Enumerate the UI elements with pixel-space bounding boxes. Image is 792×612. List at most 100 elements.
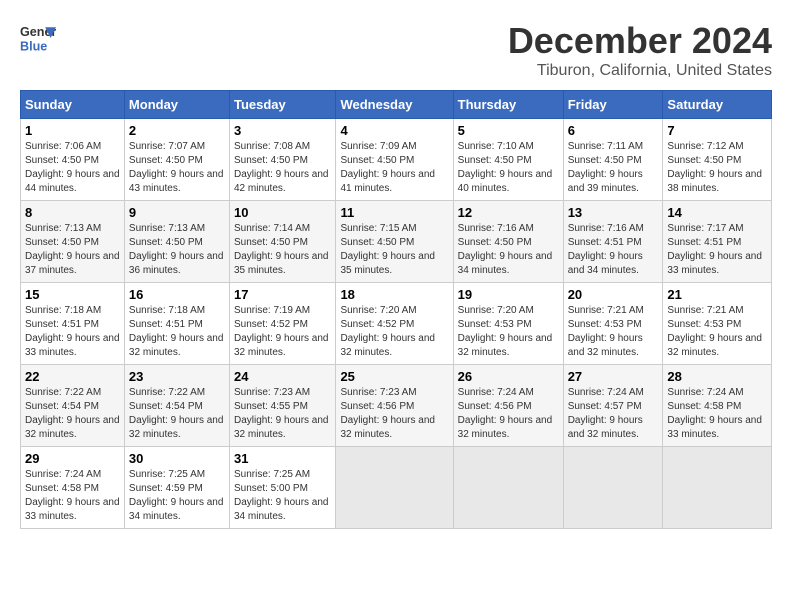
calendar-subtitle: Tiburon, California, United States [508,62,772,80]
col-header-sunday: Sunday [21,91,125,119]
calendar-cell: 15 Sunrise: 7:18 AM Sunset: 4:51 PM Dayl… [21,283,125,365]
day-number: 4 [340,123,448,138]
day-number: 27 [568,369,659,384]
day-info: Sunrise: 7:24 AM Sunset: 4:58 PM Dayligh… [25,468,120,524]
day-info: Sunrise: 7:23 AM Sunset: 4:55 PM Dayligh… [234,386,331,442]
title-area: December 2024 Tiburon, California, Unite… [508,20,772,80]
calendar-cell: 12 Sunrise: 7:16 AM Sunset: 4:50 PM Dayl… [453,201,563,283]
calendar-cell: 2 Sunrise: 7:07 AM Sunset: 4:50 PM Dayli… [124,119,229,201]
week-row-2: 8 Sunrise: 7:13 AM Sunset: 4:50 PM Dayli… [21,201,772,283]
day-number: 30 [129,451,225,466]
day-info: Sunrise: 7:23 AM Sunset: 4:56 PM Dayligh… [340,386,448,442]
calendar-cell: 3 Sunrise: 7:08 AM Sunset: 4:50 PM Dayli… [229,119,335,201]
calendar-cell: 26 Sunrise: 7:24 AM Sunset: 4:56 PM Dayl… [453,365,563,447]
calendar-cell: 5 Sunrise: 7:10 AM Sunset: 4:50 PM Dayli… [453,119,563,201]
day-number: 17 [234,287,331,302]
day-number: 31 [234,451,331,466]
day-info: Sunrise: 7:16 AM Sunset: 4:51 PM Dayligh… [568,222,659,278]
day-number: 16 [129,287,225,302]
col-header-tuesday: Tuesday [229,91,335,119]
calendar-cell: 8 Sunrise: 7:13 AM Sunset: 4:50 PM Dayli… [21,201,125,283]
calendar-cell: 24 Sunrise: 7:23 AM Sunset: 4:55 PM Dayl… [229,365,335,447]
day-number: 15 [25,287,120,302]
day-info: Sunrise: 7:20 AM Sunset: 4:52 PM Dayligh… [340,304,448,360]
day-info: Sunrise: 7:06 AM Sunset: 4:50 PM Dayligh… [25,140,120,196]
day-info: Sunrise: 7:21 AM Sunset: 4:53 PM Dayligh… [568,304,659,360]
day-info: Sunrise: 7:16 AM Sunset: 4:50 PM Dayligh… [458,222,559,278]
col-header-monday: Monday [124,91,229,119]
day-info: Sunrise: 7:08 AM Sunset: 4:50 PM Dayligh… [234,140,331,196]
calendar-cell: 28 Sunrise: 7:24 AM Sunset: 4:58 PM Dayl… [663,365,772,447]
day-info: Sunrise: 7:13 AM Sunset: 4:50 PM Dayligh… [25,222,120,278]
header: General Blue December 2024 Tiburon, Cali… [20,20,772,80]
calendar-cell: 29 Sunrise: 7:24 AM Sunset: 4:58 PM Dayl… [21,447,125,529]
calendar-cell: 31 Sunrise: 7:25 AM Sunset: 5:00 PM Dayl… [229,447,335,529]
day-info: Sunrise: 7:25 AM Sunset: 5:00 PM Dayligh… [234,468,331,524]
week-row-4: 22 Sunrise: 7:22 AM Sunset: 4:54 PM Dayl… [21,365,772,447]
col-header-saturday: Saturday [663,91,772,119]
day-number: 22 [25,369,120,384]
day-info: Sunrise: 7:10 AM Sunset: 4:50 PM Dayligh… [458,140,559,196]
day-info: Sunrise: 7:18 AM Sunset: 4:51 PM Dayligh… [129,304,225,360]
day-number: 7 [667,123,767,138]
calendar-cell: 19 Sunrise: 7:20 AM Sunset: 4:53 PM Dayl… [453,283,563,365]
calendar-table: SundayMondayTuesdayWednesdayThursdayFrid… [20,90,772,529]
general-blue-logo-icon: General Blue [20,20,56,56]
calendar-cell: 17 Sunrise: 7:19 AM Sunset: 4:52 PM Dayl… [229,283,335,365]
col-header-friday: Friday [563,91,663,119]
calendar-cell: 10 Sunrise: 7:14 AM Sunset: 4:50 PM Dayl… [229,201,335,283]
calendar-cell: 18 Sunrise: 7:20 AM Sunset: 4:52 PM Dayl… [336,283,453,365]
col-header-thursday: Thursday [453,91,563,119]
week-row-1: 1 Sunrise: 7:06 AM Sunset: 4:50 PM Dayli… [21,119,772,201]
day-info: Sunrise: 7:19 AM Sunset: 4:52 PM Dayligh… [234,304,331,360]
calendar-cell: 16 Sunrise: 7:18 AM Sunset: 4:51 PM Dayl… [124,283,229,365]
day-info: Sunrise: 7:13 AM Sunset: 4:50 PM Dayligh… [129,222,225,278]
day-number: 21 [667,287,767,302]
svg-text:Blue: Blue [20,40,47,54]
calendar-cell: 13 Sunrise: 7:16 AM Sunset: 4:51 PM Dayl… [563,201,663,283]
calendar-cell: 7 Sunrise: 7:12 AM Sunset: 4:50 PM Dayli… [663,119,772,201]
calendar-cell: 21 Sunrise: 7:21 AM Sunset: 4:53 PM Dayl… [663,283,772,365]
day-info: Sunrise: 7:18 AM Sunset: 4:51 PM Dayligh… [25,304,120,360]
day-info: Sunrise: 7:12 AM Sunset: 4:50 PM Dayligh… [667,140,767,196]
calendar-cell: 27 Sunrise: 7:24 AM Sunset: 4:57 PM Dayl… [563,365,663,447]
calendar-cell: 22 Sunrise: 7:22 AM Sunset: 4:54 PM Dayl… [21,365,125,447]
calendar-cell: 14 Sunrise: 7:17 AM Sunset: 4:51 PM Dayl… [663,201,772,283]
day-number: 9 [129,205,225,220]
week-row-5: 29 Sunrise: 7:24 AM Sunset: 4:58 PM Dayl… [21,447,772,529]
day-number: 10 [234,205,331,220]
day-number: 8 [25,205,120,220]
calendar-cell [663,447,772,529]
day-number: 24 [234,369,331,384]
day-number: 18 [340,287,448,302]
calendar-cell: 1 Sunrise: 7:06 AM Sunset: 4:50 PM Dayli… [21,119,125,201]
day-number: 1 [25,123,120,138]
day-number: 2 [129,123,225,138]
day-info: Sunrise: 7:22 AM Sunset: 4:54 PM Dayligh… [129,386,225,442]
calendar-cell [453,447,563,529]
day-number: 5 [458,123,559,138]
day-info: Sunrise: 7:07 AM Sunset: 4:50 PM Dayligh… [129,140,225,196]
day-number: 6 [568,123,659,138]
logo: General Blue [20,20,56,56]
day-info: Sunrise: 7:22 AM Sunset: 4:54 PM Dayligh… [25,386,120,442]
calendar-title: December 2024 [508,20,772,62]
day-info: Sunrise: 7:15 AM Sunset: 4:50 PM Dayligh… [340,222,448,278]
calendar-cell: 6 Sunrise: 7:11 AM Sunset: 4:50 PM Dayli… [563,119,663,201]
day-info: Sunrise: 7:24 AM Sunset: 4:56 PM Dayligh… [458,386,559,442]
day-number: 11 [340,205,448,220]
day-number: 28 [667,369,767,384]
day-info: Sunrise: 7:24 AM Sunset: 4:58 PM Dayligh… [667,386,767,442]
day-number: 26 [458,369,559,384]
week-row-3: 15 Sunrise: 7:18 AM Sunset: 4:51 PM Dayl… [21,283,772,365]
day-info: Sunrise: 7:11 AM Sunset: 4:50 PM Dayligh… [568,140,659,196]
day-info: Sunrise: 7:20 AM Sunset: 4:53 PM Dayligh… [458,304,559,360]
day-number: 14 [667,205,767,220]
calendar-cell: 11 Sunrise: 7:15 AM Sunset: 4:50 PM Dayl… [336,201,453,283]
day-number: 23 [129,369,225,384]
col-header-wednesday: Wednesday [336,91,453,119]
day-number: 3 [234,123,331,138]
day-number: 19 [458,287,559,302]
day-number: 29 [25,451,120,466]
calendar-cell: 9 Sunrise: 7:13 AM Sunset: 4:50 PM Dayli… [124,201,229,283]
